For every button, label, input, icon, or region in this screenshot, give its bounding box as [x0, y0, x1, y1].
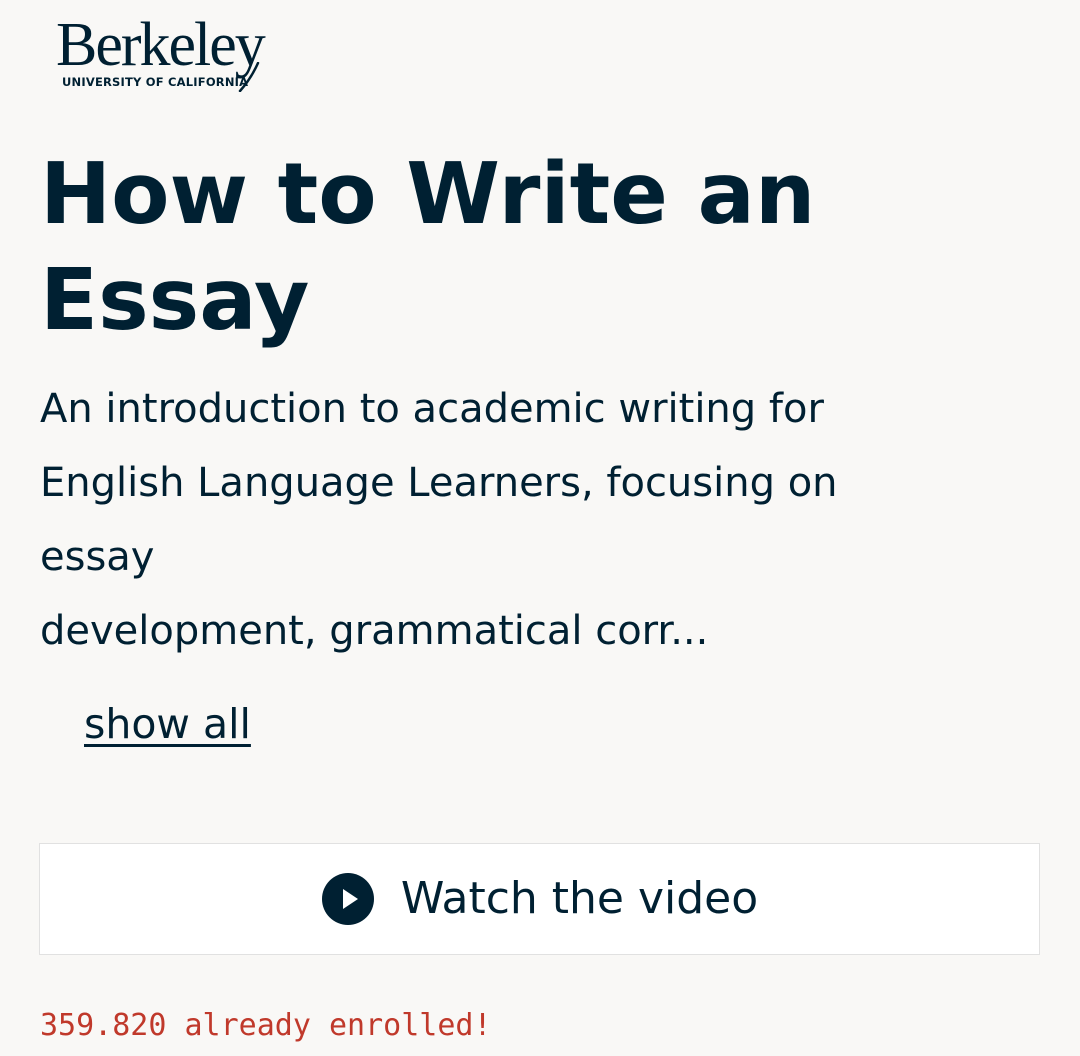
logo-subtitle: UNIVERSITY OF CALIFORNIA	[62, 75, 249, 89]
logo-flourish-icon	[238, 62, 260, 92]
description-line: development, grammatical corr...	[40, 608, 709, 654]
logo-wordmark: Berkeley	[56, 11, 266, 79]
berkeley-logo[interactable]: Berkeley UNIVERSITY OF CALIFORNIA	[56, 14, 278, 94]
enrolled-count: 359.820 already enrolled!	[40, 1008, 492, 1043]
show-all-link[interactable]: show all	[84, 694, 251, 754]
watch-video-button[interactable]: Watch the video	[39, 843, 1040, 955]
description-line: essay	[40, 534, 155, 580]
description-line: An introduction to academic writing for	[40, 386, 824, 432]
description-line: English Language Learners, focusing on	[40, 460, 838, 506]
watch-video-label: Watch the video	[400, 873, 759, 924]
course-description: An introduction to academic writing for …	[40, 372, 960, 668]
play-circle-icon	[321, 873, 374, 925]
course-title: How to Write an Essay	[40, 145, 816, 350]
